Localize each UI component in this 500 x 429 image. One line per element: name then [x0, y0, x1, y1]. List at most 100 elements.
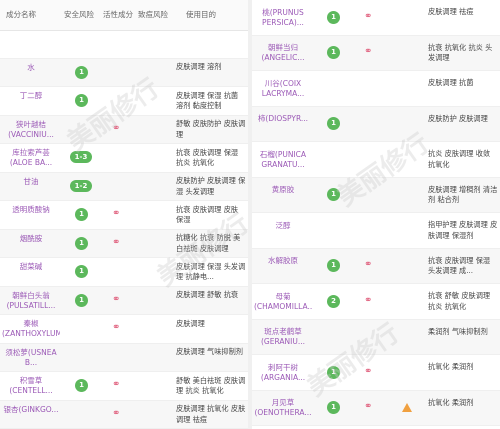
- header-active: 活性成分: [103, 10, 133, 19]
- ingredient-row[interactable]: 川谷(COIX LACRYMA... 皮肤调理 抗菌: [252, 71, 500, 107]
- header-name: 成分名称: [6, 10, 36, 19]
- ingredient-row[interactable]: 石榴(PUNICA GRANATU... 抗炎 皮肤调理 收敛 抗氧化: [252, 142, 500, 178]
- ingredient-name[interactable]: 甘油: [2, 177, 60, 187]
- ingredient-row[interactable]: 桃(PRUNUS PERSICA)... 1 ⚭ 皮肤调理 祛痘: [252, 0, 500, 36]
- usage-purpose: 抗氧化 柔润剂: [428, 397, 474, 407]
- ingredient-name[interactable]: 甜菜碱: [2, 262, 60, 272]
- usage-purpose: 抗炎 皮肤调理 收敛 抗氧化: [428, 149, 491, 169]
- ingredient-row[interactable]: 刺阿干树(ARGANIA... 1 ⚭ 抗氧化 柔润剂: [252, 355, 500, 391]
- safety-risk-badge: 1: [327, 259, 340, 273]
- active-ingredient-icon: ⚭: [364, 46, 373, 58]
- ingredient-name[interactable]: 泛醇: [254, 221, 312, 231]
- usage-purpose: 舒敏 皮肤防护 皮肤调理: [176, 119, 246, 139]
- ingredient-name[interactable]: 桃(PRUNUS PERSICA)...: [254, 8, 312, 28]
- ingredient-row[interactable]: 水 1 皮肤调理 溶剂: [0, 58, 248, 87]
- ingredient-name[interactable]: 母菊(CHAMOMILLA...: [254, 292, 312, 312]
- ingredient-row[interactable]: 库拉索芦荟(ALOE BA... 1-3 抗衰 皮肤调理 保湿 抗炎 抗氧化: [0, 144, 248, 173]
- acne-risk-warning-icon: [402, 403, 412, 413]
- ingredient-row[interactable]: 黄原胶 1 皮肤调理 增稠剂 清洁剂 粘合剂: [252, 177, 500, 213]
- ingredient-name[interactable]: 银杏(GINKGO...: [2, 405, 60, 415]
- active-ingredient-icon: ⚭: [112, 407, 121, 419]
- active-ingredient-icon: ⚭: [112, 379, 121, 391]
- ingredient-name[interactable]: 黄原胶: [254, 185, 312, 195]
- ingredient-row[interactable]: 泛醇 指甲护理 皮肤调理 皮肤调理 保湿剂: [252, 213, 500, 249]
- safety-risk-badge: 1: [75, 293, 88, 307]
- ingredient-row[interactable]: 积雪草(CENTELL... 1 ⚭ 舒敏 美白祛斑 皮肤调理 抗炎 抗氧化: [0, 372, 248, 401]
- ingredient-name[interactable]: 水解胶原: [254, 256, 312, 266]
- usage-purpose: 皮肤调理 祛痘: [428, 7, 474, 17]
- ingredient-name[interactable]: 石榴(PUNICA GRANATU...: [254, 150, 312, 170]
- active-ingredient-icon: ⚭: [112, 236, 121, 248]
- safety-risk-badge: 2: [327, 294, 340, 308]
- ingredient-row[interactable]: 柿(DIOSPYR... 1 皮肤防护 皮肤调理: [252, 106, 500, 142]
- usage-purpose: 舒敏 美白祛斑 皮肤调理 抗炎 抗氧化: [176, 375, 246, 396]
- usage-purpose: 抗衰 皮肤调理 保湿 抗炎 抗氧化: [176, 147, 239, 168]
- safety-risk-badge: 1: [327, 10, 340, 24]
- safety-risk-badge: 1-2: [70, 179, 92, 192]
- usage-purpose: 抗衰 抗氧化 抗炎 头发调理: [428, 42, 493, 63]
- usage-purpose: 皮肤调理 抗菌: [428, 78, 474, 88]
- safety-risk-badge: 1: [327, 46, 340, 60]
- table-header: 成分名称 安全风险 活性成分 致痘风险 使用目的: [0, 0, 248, 31]
- ingredient-row[interactable]: 斑点老鹳草(GERANIU... 柔润剂 气味抑制剂: [252, 319, 500, 355]
- ingredient-name[interactable]: 丁二醇: [2, 91, 60, 101]
- usage-purpose: 皮肤防护 皮肤调理 保湿 头发调理: [176, 176, 246, 196]
- usage-purpose: 皮肤调理 气味抑制剂: [176, 347, 243, 357]
- usage-purpose: 指甲护理 皮肤调理 皮肤调理 保湿剂: [428, 220, 498, 240]
- safety-risk-badge: 1: [75, 236, 88, 250]
- ingredient-name[interactable]: 须松萝(USNEA B...: [2, 348, 60, 368]
- usage-purpose: 皮肤调理 增稠剂 清洁剂 粘合剂: [428, 184, 498, 205]
- ingredient-name[interactable]: 川谷(COIX LACRYMA...: [254, 79, 312, 99]
- ingredient-name[interactable]: 朝鲜当归(ANGELIC...: [254, 43, 312, 63]
- ingredient-row[interactable]: 银杏(GINKGO... ⚭ 皮肤调理 抗氧化 皮肤调理 祛痘: [0, 400, 248, 429]
- active-ingredient-icon: ⚭: [364, 10, 373, 22]
- usage-purpose: 皮肤调理 保湿 抗菌 溶剂 黏度控制: [176, 90, 239, 111]
- ingredient-name[interactable]: 月见草(OENOTHERA...: [254, 398, 312, 418]
- ingredient-row[interactable]: 水解胶原 1 ⚭ 抗衰 皮肤调理 保湿 头发调理 成...: [252, 248, 500, 284]
- ingredient-row[interactable]: 透明质酸钠 1 ⚭ 抗衰 皮肤调理 皮肤 保湿: [0, 201, 248, 230]
- ingredient-name[interactable]: 柿(DIOSPYR...: [254, 114, 312, 124]
- safety-risk-badge: 1: [75, 265, 88, 279]
- ingredient-name[interactable]: 库拉索芦荟(ALOE BA...: [2, 148, 60, 168]
- ingredient-row[interactable]: 烟酰胺 1 ⚭ 抗糖化 抗衰 防脱 美白祛斑 皮肤调理: [0, 229, 248, 258]
- safety-risk-badge: 1: [327, 117, 340, 131]
- ingredient-name[interactable]: 烟酰胺: [2, 234, 60, 244]
- active-ingredient-icon: ⚭: [112, 322, 121, 334]
- ingredient-row[interactable]: 朝鲜白头翁(PULSATILL... 1 ⚭ 皮肤调理 舒敏 抗衰: [0, 286, 248, 315]
- header-safety: 安全风险: [64, 10, 94, 19]
- ingredient-name[interactable]: 狭叶越桔(VACCINIU...: [2, 120, 60, 140]
- ingredient-row[interactable]: 丁二醇 1 皮肤调理 保湿 抗菌 溶剂 黏度控制: [0, 87, 248, 116]
- usage-purpose: 皮肤防护 皮肤调理: [428, 113, 488, 123]
- ingredient-row[interactable]: 朝鲜当归(ANGELIC... 1 ⚭ 抗衰 抗氧化 抗炎 头发调理: [252, 35, 500, 71]
- ingredient-row[interactable]: [0, 30, 248, 59]
- usage-purpose: 抗糖化 抗衰 防脱 美白祛斑 皮肤调理: [176, 233, 241, 253]
- header-acne: 致痘风险: [138, 10, 168, 19]
- ingredient-name[interactable]: 朝鲜白头翁(PULSATILL...: [2, 291, 60, 311]
- ingredient-name[interactable]: 斑点老鹳草(GERANIU...: [254, 327, 312, 347]
- active-ingredient-icon: ⚭: [364, 259, 373, 271]
- ingredient-row[interactable]: 须松萝(USNEA B... 皮肤调理 气味抑制剂: [0, 343, 248, 372]
- ingredient-name[interactable]: 水: [2, 63, 60, 73]
- safety-risk-badge: 1: [75, 65, 88, 79]
- usage-purpose: 皮肤调理 抗氧化 皮肤调理 祛痘: [176, 404, 246, 424]
- ingredient-row[interactable]: 母菊(CHAMOMILLA... 2 ⚭ 抗衰 舒敏 皮肤调理 抗炎 抗氧化: [252, 284, 500, 320]
- ingredient-name[interactable]: 透明质酸钠: [2, 205, 60, 215]
- ingredient-name[interactable]: 积雪草(CENTELL...: [2, 376, 60, 396]
- ingredient-row[interactable]: 秦椒(ZANTHOXYLUM... ⚭ 皮肤调理: [0, 315, 248, 344]
- usage-purpose: 皮肤调理 舒敏 抗衰: [176, 290, 239, 300]
- ingredient-row[interactable]: 月见草(OENOTHERA... 1 ⚭ 抗氧化 柔润剂: [252, 390, 500, 426]
- ingredient-name[interactable]: 刺阿干树(ARGANIA...: [254, 363, 312, 383]
- safety-risk-badge: 1: [327, 401, 340, 415]
- ingredient-row[interactable]: 甘油 1-2 皮肤防护 皮肤调理 保湿 头发调理: [0, 172, 248, 201]
- usage-purpose: 抗氧化 柔润剂: [428, 362, 474, 372]
- ingredient-row[interactable]: 甜菜碱 1 皮肤调理 保湿 头发调理 抗静电...: [0, 258, 248, 287]
- safety-risk-badge: 1-3: [70, 151, 92, 164]
- safety-risk-badge: 1: [327, 365, 340, 379]
- active-ingredient-icon: ⚭: [364, 365, 373, 377]
- usage-purpose: 抗衰 皮肤调理 皮肤 保湿: [176, 204, 239, 225]
- ingredient-name[interactable]: 秦椒(ZANTHOXYLUM...: [2, 319, 60, 339]
- active-ingredient-icon: ⚭: [364, 401, 373, 413]
- ingredient-row[interactable]: 狭叶越桔(VACCINIU... ⚭ 舒敏 皮肤防护 皮肤调理: [0, 115, 248, 144]
- header-purpose: 使用目的: [186, 10, 216, 19]
- safety-risk-badge: 1: [75, 208, 88, 222]
